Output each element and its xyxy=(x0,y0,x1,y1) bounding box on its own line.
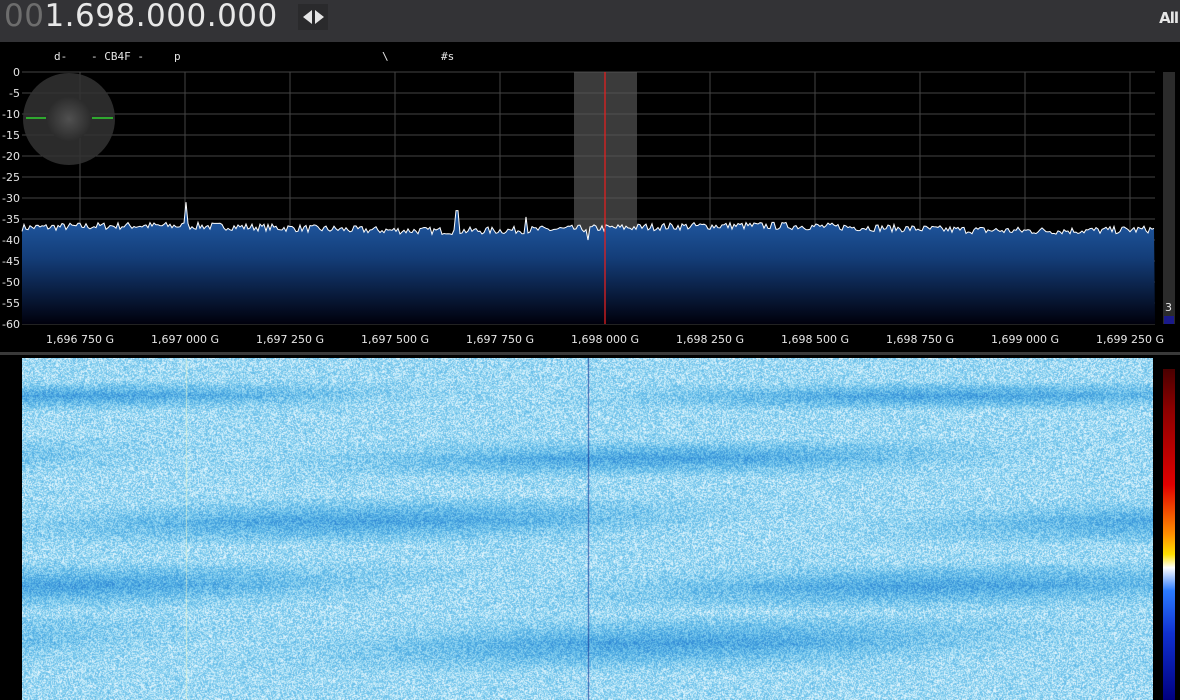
x-tick-label: 1,697 500 G xyxy=(361,333,429,346)
x-tick-label: 1,699 250 G xyxy=(1096,333,1164,346)
x-tick-label: 1,698 000 G xyxy=(571,333,639,346)
waterfall-colorbar xyxy=(1163,369,1175,700)
waterfall-panel[interactable] xyxy=(0,355,1180,700)
y-tick-label: -35 xyxy=(2,213,20,226)
x-tick-label: 1,697 750 G xyxy=(466,333,534,346)
y-tick-label: -55 xyxy=(2,297,20,310)
y-tick-label: -20 xyxy=(2,150,20,163)
x-tick-label: 1,696 750 G xyxy=(46,333,114,346)
x-tick-label: 1,698 500 G xyxy=(781,333,849,346)
x-tick-label: 1,698 750 G xyxy=(886,333,954,346)
arrow-left-icon xyxy=(302,10,312,24)
level-meter-fill xyxy=(1164,316,1174,324)
rds-pi: d- xyxy=(54,50,68,63)
y-tick-label: -50 xyxy=(2,276,20,289)
y-tick-label: -30 xyxy=(2,192,20,205)
y-tick-label: -10 xyxy=(2,108,20,121)
frequency-digits[interactable]: 1.698.000.000 xyxy=(44,0,277,34)
tune-arrows-button[interactable] xyxy=(298,4,328,30)
rds-pty: p xyxy=(174,50,181,63)
x-tick-label: 1,697 000 G xyxy=(151,333,219,346)
y-axis-ticks: 0 -5 -10 -15 -20 -25 -30 -35 -40 -45 -50 -55 -60 xyxy=(2,66,20,331)
frequency-display[interactable]: 001.698.000.000 xyxy=(4,0,278,34)
spectrum-panel[interactable]: d- - CB4F - p \ #s 0 -5 -10 -15 -20 -25 -30 -35… xyxy=(0,42,1180,350)
rds-radiotext: \ xyxy=(382,50,389,63)
dial-knob[interactable] xyxy=(47,97,91,141)
level-meter[interactable] xyxy=(1163,72,1175,324)
y-tick-label: -40 xyxy=(2,234,20,247)
level-label: 3 xyxy=(1165,301,1172,314)
x-tick-label: 1,699 000 G xyxy=(991,333,1059,346)
rds-callsign: - CB4F - xyxy=(91,50,144,63)
x-axis-ticks: 1,696 750 G 1,697 000 G 1,697 250 G 1,697 5… xyxy=(46,333,1164,346)
y-tick-label: -45 xyxy=(2,255,20,268)
frequency-leading-digits[interactable]: 00 xyxy=(4,0,44,34)
top-bar: 001.698.000.000 All xyxy=(0,0,1180,42)
y-tick-label: 0 xyxy=(13,66,20,79)
y-tick-label: -25 xyxy=(2,171,20,184)
x-tick-label: 1,698 250 G xyxy=(676,333,744,346)
y-tick-label: -15 xyxy=(2,129,20,142)
mode-all-button[interactable]: All xyxy=(1159,9,1179,27)
x-tick-label: 1,697 250 G xyxy=(256,333,324,346)
dial-widget[interactable] xyxy=(23,73,115,165)
y-tick-label: -5 xyxy=(9,87,20,100)
waterfall-canvas[interactable] xyxy=(22,358,1153,700)
spectrum-plot[interactable]: 0 -5 -10 -15 -20 -25 -30 -35 -40 -45 -50 -55 -60 1,6… xyxy=(0,42,1180,350)
arrow-right-icon xyxy=(314,10,324,24)
y-tick-label: -60 xyxy=(2,318,20,331)
rds-ps: #s xyxy=(441,50,455,63)
